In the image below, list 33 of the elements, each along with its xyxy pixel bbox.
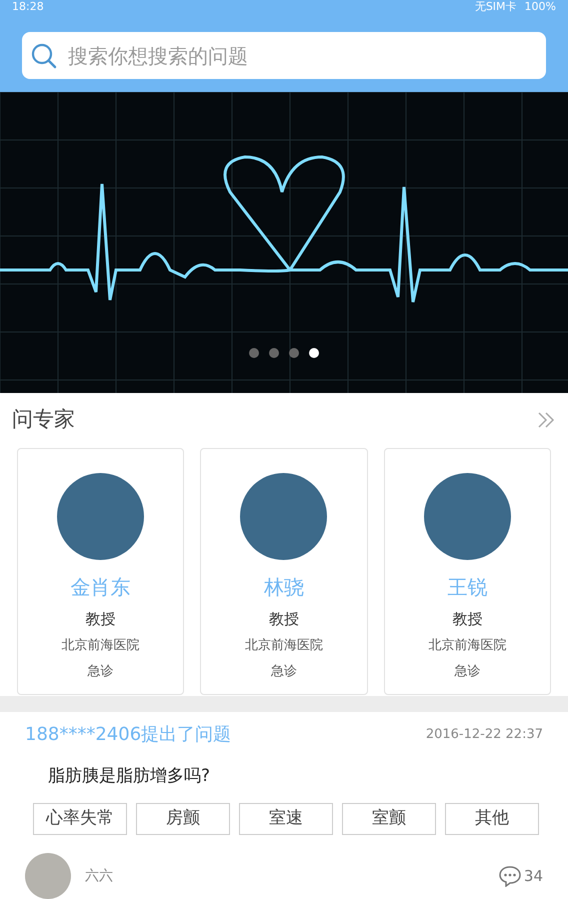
expert-department: 急诊 [88, 662, 114, 681]
status-time: 18:28 [12, 0, 44, 15]
section-title: 问专家 [12, 406, 75, 434]
expert-card[interactable]: 林骁 教授 北京前海医院 急诊 [200, 448, 368, 695]
status-battery: 100% [524, 0, 556, 15]
question-text[interactable]: 脂肪胰是脂肪增多吗? [48, 764, 543, 790]
tag[interactable]: 房颤 [136, 803, 230, 836]
expert-hospital: 北京前海医院 [428, 637, 506, 656]
expert-name: 王锐 [447, 574, 488, 601]
tag[interactable]: 室速 [239, 803, 333, 836]
tag[interactable]: 心率失常 [33, 803, 127, 836]
expert-department: 急诊 [270, 662, 297, 681]
expert-department: 急诊 [454, 662, 480, 681]
tag[interactable]: 室颤 [342, 803, 436, 836]
search-icon [30, 42, 58, 70]
expert-hospital: 北京前海医院 [244, 637, 323, 656]
expert-card[interactable]: 王锐 教授 北京前海医院 急诊 [384, 448, 551, 695]
double-chevron-icon[interactable] [536, 410, 556, 430]
tag[interactable]: 其他 [445, 803, 539, 836]
expert-title: 教授 [452, 608, 482, 630]
user-avatar [25, 853, 71, 899]
expert-card[interactable]: 金肖东 教授 北京前海医院 急诊 [17, 448, 184, 695]
expert-hospital: 北京前海医院 [62, 637, 140, 656]
expert-title: 教授 [86, 608, 116, 630]
expert-name: 金肖东 [70, 574, 131, 601]
status-carrier: 无SIM卡 [474, 0, 517, 15]
question-time: 2016-12-22 22:37 [426, 726, 543, 744]
search-field[interactable]: 搜索你想搜索的问题 [22, 32, 546, 79]
user-name: 六六 [85, 866, 113, 886]
comment-icon[interactable] [498, 865, 522, 888]
comment-count: 34 [524, 866, 543, 887]
expert-name: 林骁 [264, 574, 304, 601]
expert-title: 教授 [268, 608, 299, 630]
